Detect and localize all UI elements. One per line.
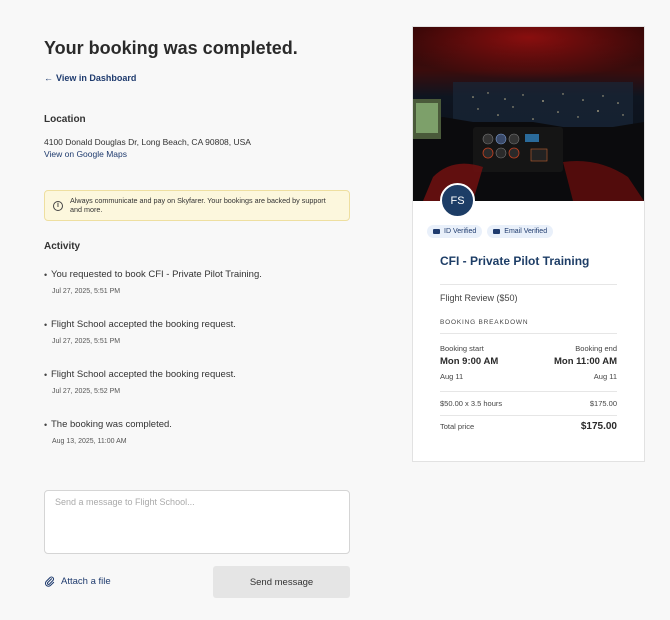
google-maps-link[interactable]: View on Google Maps: [44, 149, 127, 159]
booking-start-time: Mon 9:00 AM: [440, 356, 499, 367]
view-in-dashboard-link[interactable]: ← View in Dashboard: [44, 73, 136, 83]
verification-badges: ID Verified Email Verified: [427, 225, 554, 238]
location-address: 4100 Donald Douglas Dr, Long Beach, CA 9…: [44, 137, 251, 147]
bullet-icon: •: [44, 370, 48, 380]
bullet-icon: •: [44, 320, 48, 330]
activity-heading: Activity: [44, 241, 81, 252]
booking-breakdown-label: BOOKING BREAKDOWN: [440, 319, 529, 326]
activity-item: • Flight School accepted the booking req…: [44, 368, 350, 418]
activity-text: You requested to book CFI - Private Pilo…: [51, 269, 262, 280]
divider: [440, 333, 617, 334]
location-heading: Location: [44, 114, 86, 125]
email-verified-badge: Email Verified: [487, 225, 554, 238]
booking-period-times: Mon 9:00 AM Mon 11:00 AM: [440, 356, 617, 367]
listing-image: [413, 27, 644, 201]
safety-notice: i Always communicate and pay on Skyfarer…: [44, 190, 350, 221]
booking-start-date: Aug 11: [440, 372, 464, 381]
activity-item: • The booking was completed. Aug 13, 202…: [44, 418, 350, 468]
activity-item: • You requested to book CFI - Private Pi…: [44, 268, 350, 318]
activity-timestamp: Jul 27, 2025, 5:51 PM: [52, 338, 121, 345]
activity-text: Flight School accepted the booking reque…: [51, 319, 236, 330]
cockpit-night-image: [413, 27, 644, 201]
booking-summary-card: FS ID Verified Email Verified CFI - Priv…: [412, 26, 645, 462]
badge-label: Email Verified: [504, 228, 548, 235]
activity-item: • Flight School accepted the booking req…: [44, 318, 350, 368]
attach-file-button[interactable]: Attach a file: [44, 576, 111, 587]
id-card-icon: [433, 229, 440, 234]
id-verified-badge: ID Verified: [427, 225, 483, 238]
booking-period-labels: Booking start Booking end: [440, 344, 617, 353]
divider: [440, 284, 617, 285]
send-message-button[interactable]: Send message: [213, 566, 350, 598]
message-input[interactable]: [44, 490, 350, 554]
activity-timestamp: Jul 27, 2025, 5:52 PM: [52, 388, 121, 395]
line-item-value: $175.00: [589, 399, 617, 408]
total-price-value: $175.00: [580, 421, 617, 432]
listing-title[interactable]: CFI - Private Pilot Training: [440, 254, 589, 268]
booking-end-label: Booking end: [575, 344, 617, 353]
divider: [440, 415, 617, 416]
activity-text: The booking was completed.: [51, 419, 172, 430]
bullet-icon: •: [44, 420, 48, 430]
booking-period-dates: Aug 11 Aug 11: [440, 372, 617, 381]
activity-list: • You requested to book CFI - Private Pi…: [44, 268, 350, 468]
booking-end-time: Mon 11:00 AM: [554, 356, 617, 367]
paperclip-icon: [44, 576, 55, 587]
notice-text: Always communicate and pay on Skyfarer. …: [70, 196, 326, 214]
badge-label: ID Verified: [444, 228, 477, 235]
provider-avatar: FS: [440, 183, 475, 218]
total-price-row: Total price $175.00: [440, 421, 617, 432]
envelope-icon: [493, 229, 501, 234]
booking-start-label: Booking start: [440, 344, 484, 353]
bullet-icon: •: [44, 270, 48, 280]
info-icon: i: [53, 200, 63, 211]
activity-timestamp: Aug 13, 2025, 11:00 AM: [52, 438, 127, 445]
page-title: Your booking was completed.: [44, 38, 298, 58]
view-in-dashboard-label: View in Dashboard: [56, 73, 137, 83]
line-item: $50.00 x 3.5 hours $175.00: [440, 399, 617, 408]
activity-timestamp: Jul 27, 2025, 5:51 PM: [52, 288, 121, 295]
attach-file-label: Attach a file: [61, 576, 111, 587]
activity-text: Flight School accepted the booking reque…: [51, 369, 236, 380]
service-name: Flight Review ($50): [440, 293, 518, 303]
arrow-left-icon: ←: [44, 73, 53, 83]
line-item-label: $50.00 x 3.5 hours: [440, 399, 503, 408]
total-price-label: Total price: [440, 422, 475, 431]
divider: [440, 391, 617, 392]
booking-end-date: Aug 11: [593, 372, 617, 381]
